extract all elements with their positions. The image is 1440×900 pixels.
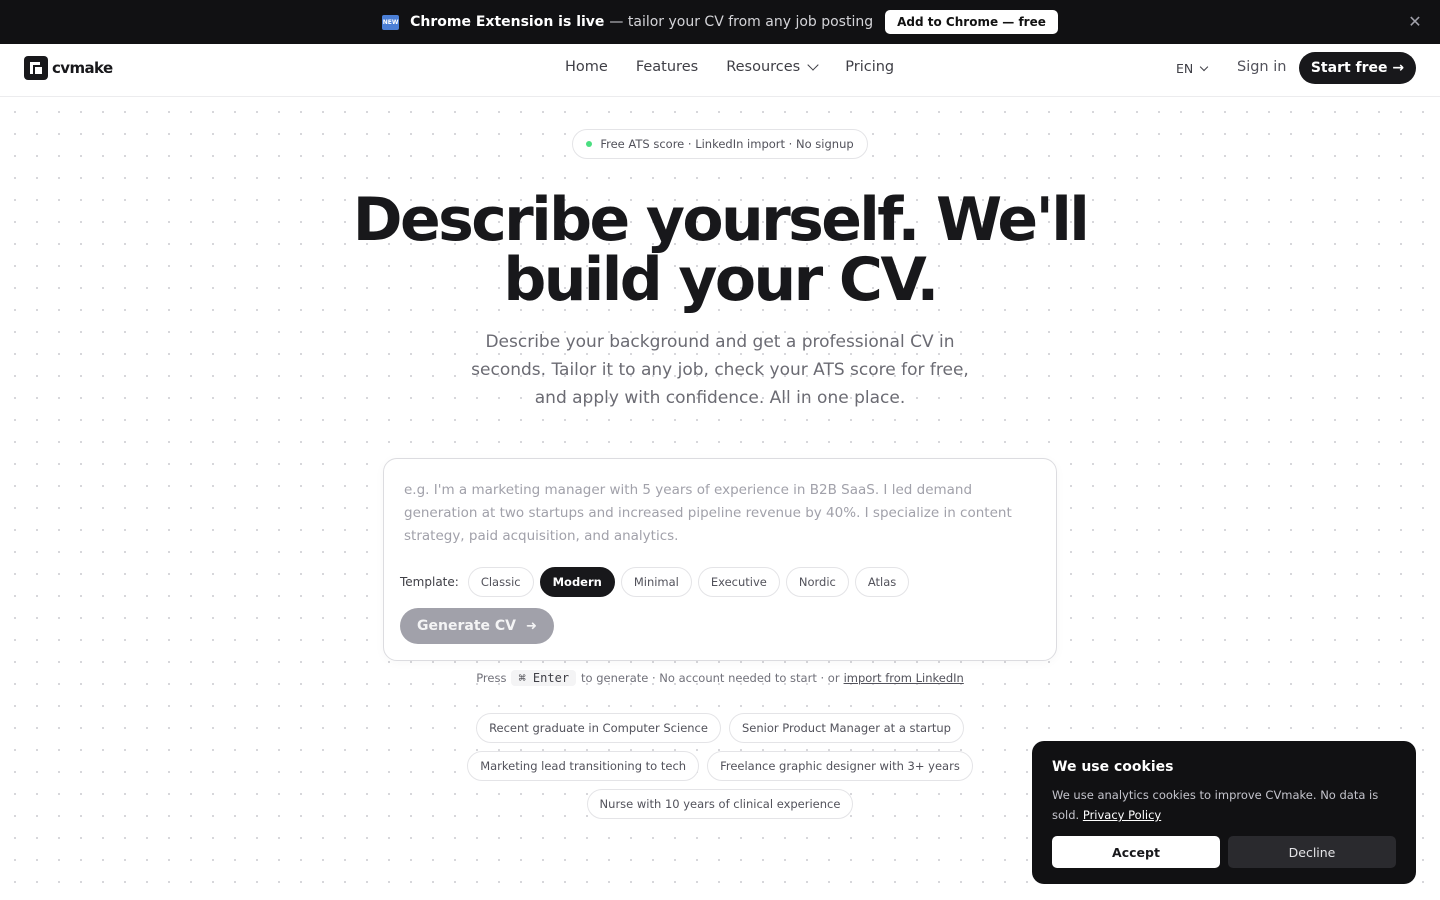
- cookie-title: We use cookies: [1052, 759, 1174, 775]
- example-chip[interactable]: Marketing lead transitioning to tech: [467, 751, 700, 781]
- nav-link-resources[interactable]: Resources: [726, 58, 819, 75]
- chevron-down-icon: [807, 58, 819, 71]
- example-prompts: Recent graduate in Computer Science Seni…: [380, 713, 1060, 827]
- template-option-classic[interactable]: Classic: [467, 567, 534, 597]
- generate-cv-button[interactable]: Generate CV ➜: [400, 608, 554, 644]
- chevron-down-icon: [1200, 62, 1209, 71]
- banner-headline: Chrome Extension is live: [410, 14, 605, 30]
- template-option-modern[interactable]: Modern: [539, 567, 615, 597]
- language-label: EN: [1176, 61, 1194, 76]
- template-option-atlas[interactable]: Atlas: [854, 567, 910, 597]
- sign-in-link[interactable]: Sign in: [1237, 59, 1286, 75]
- page-title-line-2: build your CV.: [503, 245, 939, 315]
- features-pill-text: Free ATS score · LinkedIn import · No si…: [600, 137, 854, 151]
- cookie-banner: We use cookies We use analytics cookies …: [1032, 741, 1416, 884]
- template-option-nordic[interactable]: Nordic: [785, 567, 849, 597]
- nav-link-resources-label: Resources: [726, 59, 801, 75]
- logo-text: cvmake: [52, 59, 113, 77]
- template-option-executive[interactable]: Executive: [697, 567, 780, 597]
- hint-press: Press: [476, 671, 507, 685]
- template-selector: Template: Classic Modern Minimal Executi…: [400, 567, 915, 597]
- example-chip[interactable]: Recent graduate in Computer Science: [476, 713, 721, 743]
- status-dot-icon: [586, 141, 593, 147]
- nav-link-features[interactable]: Features: [636, 59, 698, 75]
- example-row: Nurse with 10 years of clinical experien…: [380, 789, 1060, 819]
- hero-subtext: Describe your background and get a profe…: [471, 332, 969, 408]
- cookie-actions: Accept Decline: [1052, 836, 1396, 868]
- page-title: Describe yourself. We'll build your CV.: [320, 190, 1120, 310]
- import-linkedin-link[interactable]: import from LinkedIn: [844, 671, 964, 685]
- example-chip[interactable]: Nurse with 10 years of clinical experien…: [586, 789, 854, 819]
- announcement-banner: NEW Chrome Extension is live — tailor yo…: [0, 0, 1440, 44]
- nav-link-home[interactable]: Home: [565, 59, 608, 75]
- example-row: Recent graduate in Computer Science Seni…: [380, 713, 1060, 743]
- start-free-button[interactable]: Start free →: [1299, 52, 1416, 84]
- logo[interactable]: cvmake: [24, 56, 113, 80]
- accept-cookies-button[interactable]: Accept: [1052, 836, 1220, 868]
- top-navigation: cvmake Home Features Resources Pricing E…: [0, 44, 1440, 97]
- example-chip[interactable]: Freelance graphic designer with 3+ years: [707, 751, 973, 781]
- close-icon[interactable]: ✕: [1406, 13, 1424, 31]
- template-label: Template:: [400, 575, 459, 589]
- add-to-chrome-button[interactable]: Add to Chrome — free: [885, 10, 1058, 34]
- privacy-policy-link[interactable]: Privacy Policy: [1083, 808, 1161, 822]
- nav-link-pricing[interactable]: Pricing: [845, 59, 894, 75]
- keyboard-hint: Press ⌘ Enter to generate · No account n…: [380, 670, 1060, 686]
- generate-cv-label: Generate CV: [417, 618, 517, 634]
- cookie-text: We use analytics cookies to improve CVma…: [1052, 785, 1396, 825]
- arrow-right-icon: ➜: [526, 618, 537, 634]
- nav-links: Home Features Resources Pricing: [565, 58, 894, 75]
- decline-cookies-button[interactable]: Decline: [1228, 836, 1396, 868]
- hint-middle: to generate · No account needed to start…: [581, 671, 840, 685]
- language-selector[interactable]: EN: [1176, 61, 1209, 76]
- example-row: Marketing lead transitioning to tech Fre…: [380, 751, 1060, 781]
- template-option-minimal[interactable]: Minimal: [620, 567, 692, 597]
- logo-mark-icon: [24, 56, 48, 80]
- background-description-input[interactable]: [404, 479, 1038, 555]
- new-badge-icon: NEW: [382, 14, 400, 30]
- features-pill: Free ATS score · LinkedIn import · No si…: [572, 129, 868, 159]
- cv-composer: Template: Classic Modern Minimal Executi…: [383, 458, 1057, 661]
- example-chip[interactable]: Senior Product Manager at a startup: [728, 713, 964, 743]
- keyboard-shortcut: ⌘ Enter: [511, 670, 577, 686]
- banner-subtext: — tailor your CV from any job posting: [609, 14, 874, 30]
